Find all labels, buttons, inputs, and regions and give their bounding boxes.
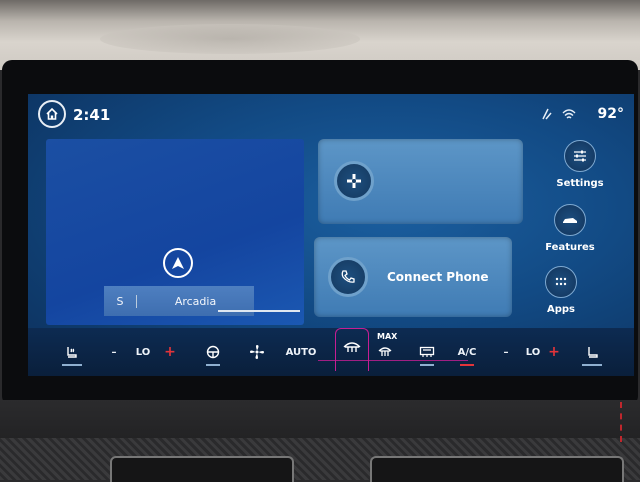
fan-icon [250,345,264,359]
seat-icon [588,347,598,358]
sidebar-label-features: Features [545,242,595,253]
defrost-icon [343,342,361,352]
infotainment-screen: 2:41 92° S Arcadia Connect Phone Setting… [28,94,634,376]
right-temp-value: LO [525,346,541,358]
air-vent-right [370,456,624,482]
route-street: Arcadia [174,294,217,308]
media-tile[interactable] [318,139,523,224]
home-icon [46,107,58,120]
seat-heat-icon [67,347,77,358]
sidebar-label-settings: Settings [556,178,604,189]
defrost-vent [100,24,360,54]
right-seat-heat-level [582,364,602,366]
fan-speed-button[interactable] [248,342,266,362]
steering-wheel-heat-icon [206,345,220,359]
rear-defrost-icon [419,346,435,357]
route-direction: S [104,294,137,308]
air-vent-left [110,456,294,482]
phone-icon [341,270,355,283]
seat-heat-level [62,364,82,366]
navigation-arrow-icon [163,248,193,278]
steering-heat-button[interactable] [204,342,222,362]
right-temp-down-button[interactable]: – [500,342,512,362]
rear-defrost-button[interactable] [418,342,436,362]
max-defrost-icon [378,347,392,356]
left-temp-up-button[interactable]: + [164,342,176,362]
sidebar-item-apps[interactable]: Apps [526,266,596,315]
connect-phone-tile[interactable]: Connect Phone [314,237,512,317]
status-bar: 2:41 92° [28,94,634,134]
outside-temperature: 92° [597,106,624,122]
sidebar-item-settings[interactable]: Settings [545,140,615,189]
home-button[interactable] [38,100,66,128]
media-icon-button [334,161,374,201]
sidebar-label-apps: Apps [546,304,575,315]
climate-bar: – LO + AUTO MAX A/C – LO + [28,328,634,376]
fan-icon [347,174,361,188]
phone-icon-button [328,257,368,297]
car-icon [554,204,586,236]
wifi-icon [562,109,576,119]
sidebar-item-features[interactable]: Features [535,204,605,253]
front-defrost-button[interactable] [335,328,369,371]
rear-defrost-indicator [420,364,434,366]
auto-climate-button[interactable]: AUTO [286,342,317,362]
max-defrost-label: MAX [377,332,398,341]
right-temp-up-button[interactable]: + [548,342,560,362]
ac-indicator [460,364,474,366]
left-temp-down-button[interactable]: – [108,342,120,362]
connect-phone-label: Connect Phone [387,270,489,284]
left-temp-value: LO [135,346,151,358]
clock: 2:41 [73,106,111,124]
left-seat-heat-button[interactable] [62,342,82,362]
status-icons [541,108,577,123]
apps-grid-icon [545,266,577,298]
ac-button[interactable]: A/C [456,342,478,362]
right-seat-heat-button[interactable] [582,342,602,362]
sliders-icon [564,140,596,172]
map-scale-line [218,310,300,312]
red-stitching [620,402,632,442]
steering-heat-level [206,364,220,366]
signal-icon [541,108,552,120]
max-defrost-button[interactable] [376,342,394,362]
